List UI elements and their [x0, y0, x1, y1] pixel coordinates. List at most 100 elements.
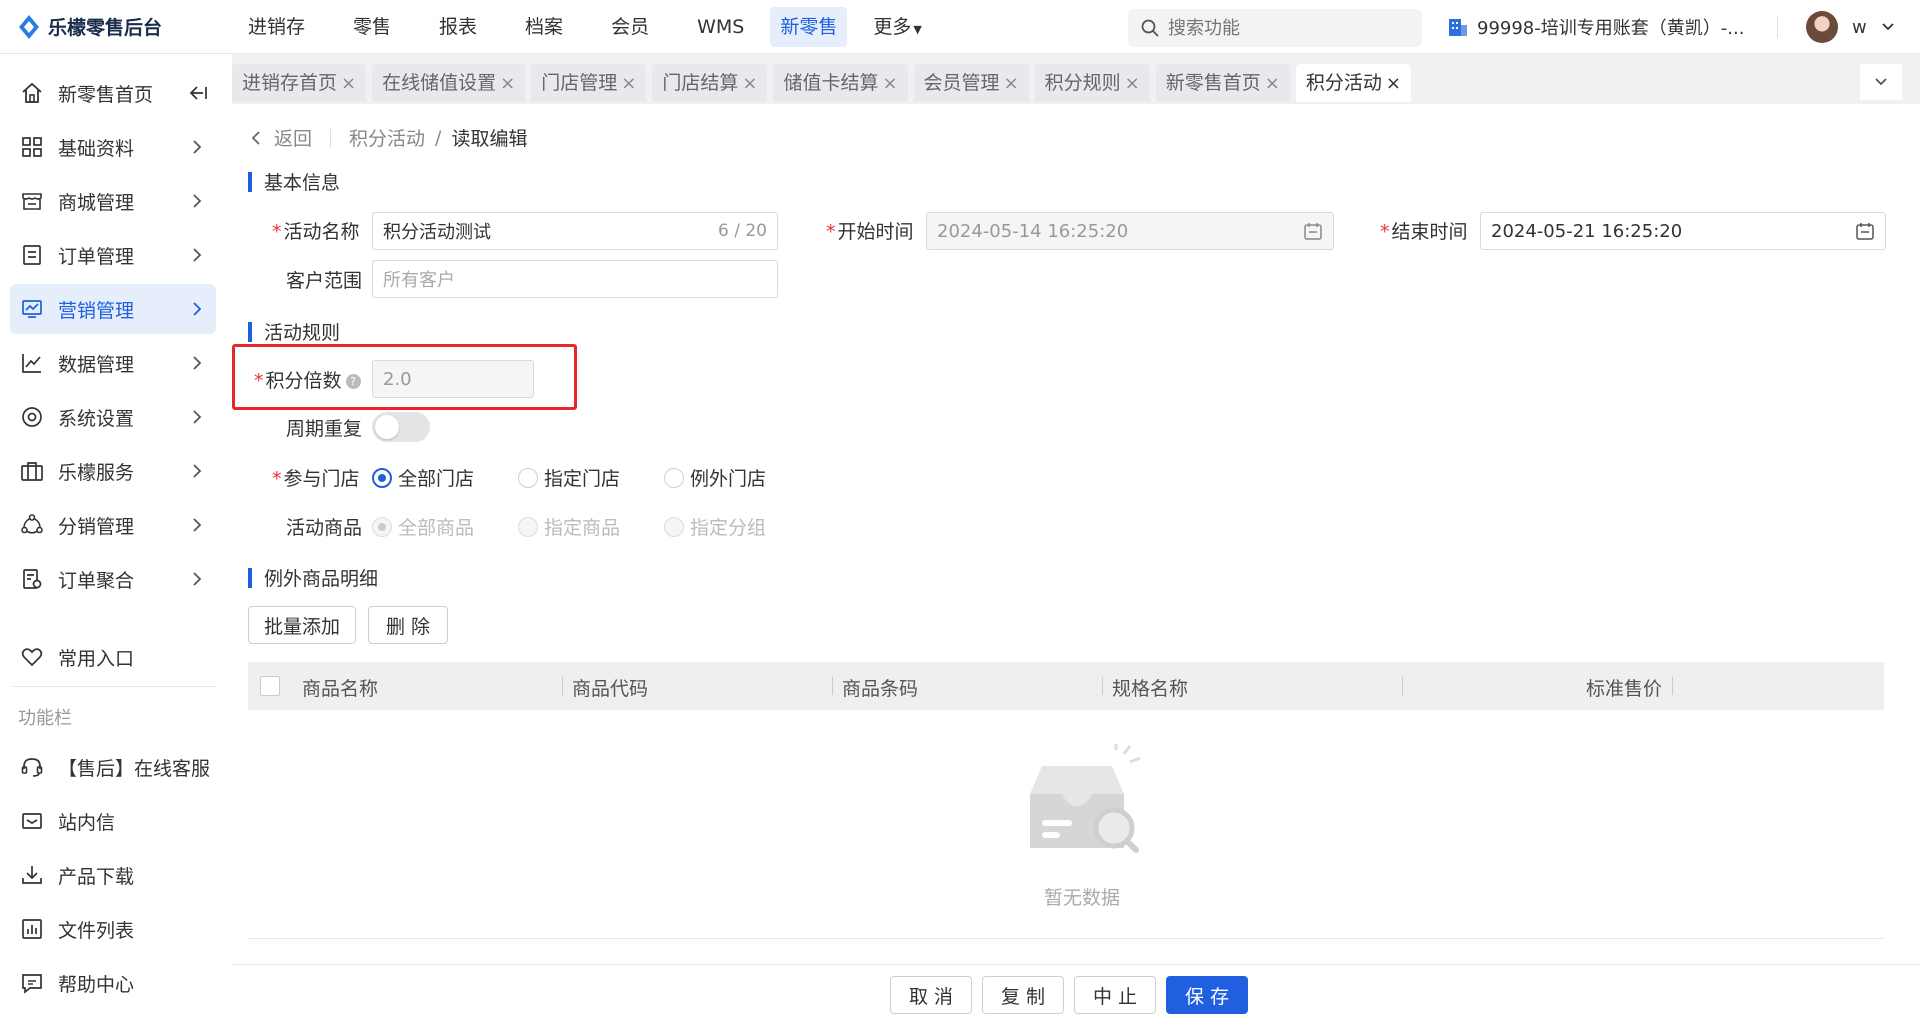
end-time-value: 2024-05-21 16:25:20 — [1491, 220, 1683, 242]
column-divider[interactable] — [1402, 677, 1403, 695]
sidebar-tool-download[interactable]: 产品下载 — [10, 850, 216, 900]
close-icon[interactable]: × — [621, 73, 636, 94]
account-switcher[interactable]: 99998-培训专用账套（黄凯）-... — [1447, 14, 1744, 40]
chevron-down-icon — [1875, 78, 1887, 86]
select-all-checkbox[interactable] — [260, 676, 280, 696]
chevron-right-icon — [193, 194, 202, 208]
tabs-more-button[interactable] — [1860, 64, 1902, 100]
start-time-input[interactable]: 2024-05-14 16:25:20 — [926, 212, 1334, 250]
sidebar-item-label: 乐檬服务 — [58, 461, 135, 484]
sidebar-favorites[interactable]: 常用入口 — [10, 632, 216, 682]
column-divider[interactable] — [1102, 677, 1103, 695]
sidebar-tool-online-service[interactable]: 【售后】在线客服 — [10, 742, 216, 792]
tab-card-settlement[interactable]: 储值卡结算 × — [773, 64, 908, 102]
topnav-item-archives[interactable]: 档案 — [503, 7, 585, 47]
sidebar-item-marketing[interactable]: 营销管理 — [10, 284, 216, 334]
app-title: 乐檬零售后台 — [48, 17, 163, 39]
sidebar-item-mall[interactable]: 商城管理 — [10, 176, 216, 226]
topnav-item-retail[interactable]: 零售 — [331, 7, 413, 47]
sidebar-tool-help-center[interactable]: 帮助中心 — [10, 958, 216, 1008]
user-menu[interactable]: w — [1806, 11, 1895, 43]
sidebar-item-label: 新零售首页 — [58, 83, 154, 106]
close-icon[interactable]: × — [1004, 73, 1019, 94]
tab-points-activity[interactable]: 积分活动 × — [1295, 64, 1411, 102]
aggregate-icon — [20, 567, 44, 591]
topnav-item-more[interactable]: 更多 ▼ — [851, 7, 943, 47]
collapse-sidebar-icon[interactable] — [188, 84, 208, 102]
column-divider[interactable] — [832, 677, 833, 695]
logo-icon — [19, 14, 39, 39]
tab-new-retail-home[interactable]: 新零售首页 × — [1155, 64, 1290, 102]
topnav-item-new-retail[interactable]: 新零售 — [770, 6, 848, 47]
end-time-input[interactable]: 2024-05-21 16:25:20 — [1480, 212, 1886, 250]
tab-store-management[interactable]: 门店管理 × — [531, 64, 647, 102]
topnav-item-reports[interactable]: 报表 — [417, 7, 499, 47]
sidebar-item-order-aggregation[interactable]: 订单聚合 — [10, 554, 216, 604]
tab-store-settlement[interactable]: 门店结算 × — [652, 64, 768, 102]
delete-button[interactable]: 删 除 — [368, 606, 448, 644]
tab-label: 门店管理 — [541, 72, 618, 94]
cycle-repeat-label: 周期重复 — [286, 418, 363, 440]
stop-button[interactable]: 中 止 — [1074, 976, 1156, 1014]
tab-online-deposit[interactable]: 在线储值设置 × — [372, 64, 526, 102]
copy-button[interactable]: 复 制 — [982, 976, 1064, 1014]
topnav-item-wms[interactable]: WMS — [675, 7, 766, 47]
required-mark: * — [272, 221, 282, 243]
sidebar-item-data[interactable]: 数据管理 — [10, 338, 216, 388]
close-icon[interactable]: × — [882, 73, 897, 94]
sidebar-group-title: 功能栏 — [18, 708, 72, 729]
required-mark: * — [826, 221, 836, 243]
sidebar-item-label: 订单聚合 — [58, 569, 135, 592]
close-icon[interactable]: × — [500, 73, 515, 94]
cycle-repeat-toggle[interactable] — [372, 412, 430, 442]
sidebar-item-distribution[interactable]: 分销管理 — [10, 500, 216, 550]
sidebar-tool-messages[interactable]: 站内信 — [10, 796, 216, 846]
activity-name-input[interactable]: 积分活动测试 6 / 20 — [372, 212, 778, 250]
radio-all-stores[interactable]: 全部门店 — [372, 464, 474, 491]
sidebar-item-services[interactable]: 乐檬服务 — [10, 446, 216, 496]
close-icon[interactable]: × — [1125, 73, 1140, 94]
tab-points-rules[interactable]: 积分规则 × — [1034, 64, 1150, 102]
section-activity-rules: 活动规则 — [248, 318, 340, 345]
radio-indicator — [518, 516, 538, 537]
search-input[interactable] — [1168, 17, 1408, 39]
radio-excluded-stores[interactable]: 例外门店 — [664, 464, 766, 491]
column-header-code: 商品代码 — [572, 678, 649, 700]
app-logo[interactable]: 乐檬零售后台 — [0, 13, 220, 40]
column-divider[interactable] — [1672, 677, 1673, 695]
sidebar-item-orders[interactable]: 订单管理 — [10, 230, 216, 280]
close-icon[interactable]: × — [1386, 73, 1401, 94]
tab-member-management[interactable]: 会员管理 × — [913, 64, 1029, 102]
chart-icon — [20, 351, 44, 375]
customer-scope-input[interactable]: 所有客户 — [372, 260, 778, 298]
tab-inventory-home[interactable]: 进销存首页 × — [232, 64, 367, 102]
radio-specified-stores[interactable]: 指定门店 — [518, 464, 620, 491]
save-button[interactable]: 保 存 — [1166, 976, 1248, 1014]
search-box[interactable] — [1128, 9, 1422, 47]
sidebar-item-home[interactable]: 新零售首页 — [10, 68, 216, 118]
account-name: 99998-培训专用账套（黄凯）-... — [1477, 18, 1745, 39]
breadcrumb-parent[interactable]: 积分活动 — [349, 124, 425, 151]
tab-label: 新零售首页 — [1165, 72, 1261, 94]
empty-state: 暂无数据 — [1002, 744, 1162, 910]
close-icon[interactable]: × — [1265, 73, 1280, 94]
tab-label: 积分活动 — [1305, 72, 1382, 94]
cancel-button[interactable]: 取 消 — [890, 976, 972, 1014]
top-bar: 乐檬零售后台 进销存 零售 报表 档案 会员 WMS 新零售 更多▼ 99998… — [0, 0, 1920, 54]
help-icon[interactable]: ? — [345, 374, 361, 389]
topnav-item-inventory[interactable]: 进销存 — [226, 7, 327, 47]
batch-add-button[interactable]: 批量添加 — [248, 606, 356, 644]
close-icon[interactable]: × — [341, 73, 356, 94]
radio-indicator — [518, 467, 538, 488]
column-divider[interactable] — [562, 677, 563, 695]
back-link[interactable]: 返回 — [250, 124, 312, 151]
sidebar-item-label: 商城管理 — [58, 191, 135, 214]
sidebar-tool-file-list[interactable]: 文件列表 — [10, 904, 216, 954]
close-icon[interactable]: × — [742, 73, 757, 94]
sidebar-item-settings[interactable]: 系统设置 — [10, 392, 216, 442]
topnav-item-members[interactable]: 会员 — [589, 7, 671, 47]
settings-icon — [20, 405, 44, 429]
points-multiplier-input[interactable]: 2.0 — [372, 360, 534, 398]
sidebar-item-basic-data[interactable]: 基础资料 — [10, 122, 216, 172]
end-time-label: * 结束时间 — [1380, 217, 1468, 244]
